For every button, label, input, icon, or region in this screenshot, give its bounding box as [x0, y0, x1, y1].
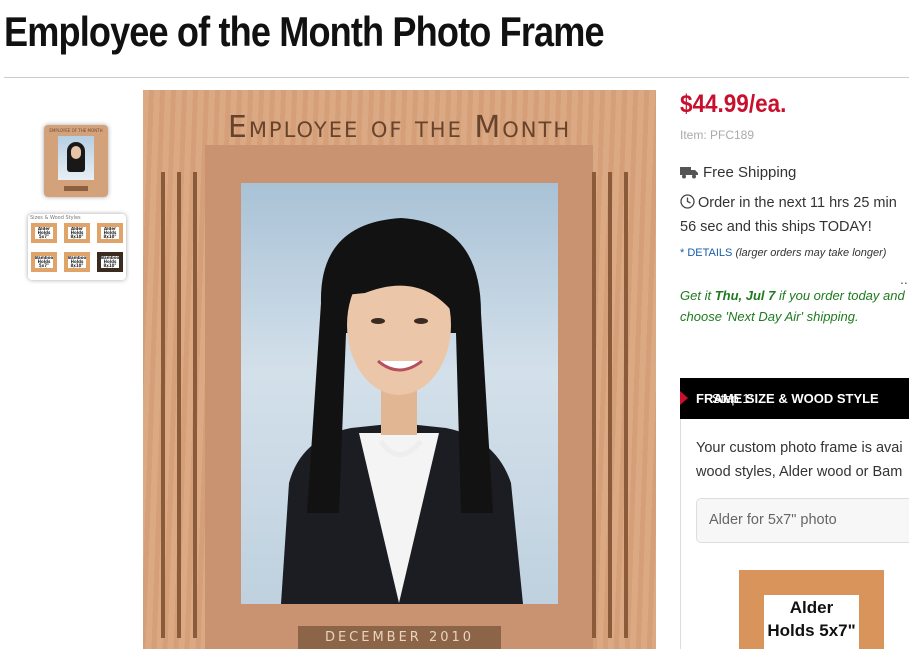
step1-description: Your custom photo frame is avai wood sty…	[696, 440, 903, 480]
title-divider	[4, 77, 909, 78]
free-shipping-row: Free Shipping	[680, 164, 796, 181]
frame-preview-label: Alder Holds 5x7"	[767, 598, 856, 640]
frame-groove	[624, 172, 628, 638]
item-number: Item: PFC189	[680, 128, 755, 142]
frame-groove	[608, 172, 612, 638]
clock-icon	[680, 194, 695, 209]
details-note: (larger orders may take longer)	[735, 247, 887, 259]
thumbnail-frame-text: EMPLOYEE OF THE MONTH	[49, 128, 103, 133]
order-countdown: Order in the next 11 hrs 25 min 56 sec a…	[680, 191, 909, 239]
frame-plaque-text: DECEMBER 2010	[324, 630, 475, 645]
frame-engraved-title: Employee of the Month	[227, 110, 572, 145]
thumbnail-mini-frame: Bamboo Holds 5x7" photo	[31, 252, 57, 272]
thumbnail-mini-frame: Alder Holds 5x7" photo	[31, 223, 57, 243]
page-title: Employee of the Month Photo Frame	[4, 8, 605, 55]
thumbnail-mini-frame: Bamboo Holds 8x10" photo	[97, 252, 123, 272]
thumbnail-sizes-styles[interactable]: Sizes & Wood Styles Alder Holds 5x7" pho…	[28, 214, 126, 280]
main-product-image[interactable]: Employee of the Month DECEMBER 2010	[143, 90, 656, 649]
employee-photo	[241, 183, 558, 604]
delivery-date: Thu, Jul 7	[714, 288, 776, 303]
details-link[interactable]: * DETAILS	[680, 247, 732, 259]
thumbnail-mini-frame: Bamboo Holds 8x10" photo	[64, 252, 90, 272]
frame-groove	[161, 172, 165, 638]
step1-prefix: Step 1:	[712, 391, 754, 406]
details-row: * DETAILS (larger orders may take longer…	[680, 247, 886, 259]
truck-icon	[680, 167, 698, 179]
frame-size-select[interactable]: Alder for 5x7" photo	[696, 498, 909, 543]
thumbnail-sizes-caption: Sizes & Wood Styles	[30, 215, 81, 221]
delivery-estimate: Get it Thu, Jul 7 if you order today and…	[680, 288, 905, 324]
thumbnail-mini-frame: Alder Holds 8x10" photo	[97, 223, 123, 243]
step1-header[interactable]: Step 1: FRAME SIZE & WOOD STYLE	[680, 378, 909, 419]
free-shipping-label: Free Shipping	[703, 164, 797, 181]
order-countdown-text: Order in the next 11 hrs 25 min 56 sec a…	[680, 195, 897, 235]
thumbnail-plaque	[64, 186, 88, 191]
frame-groove	[177, 172, 181, 638]
product-price: $44.99/ea.	[680, 90, 787, 118]
frame-groove	[592, 172, 596, 638]
thumbnail-mini-frame: Alder Holds 8x10" photo	[64, 223, 90, 243]
thumbnail-photo	[58, 136, 94, 180]
frame-groove	[193, 172, 197, 638]
thumbnail-frame-front[interactable]: EMPLOYEE OF THE MONTH	[44, 125, 108, 197]
